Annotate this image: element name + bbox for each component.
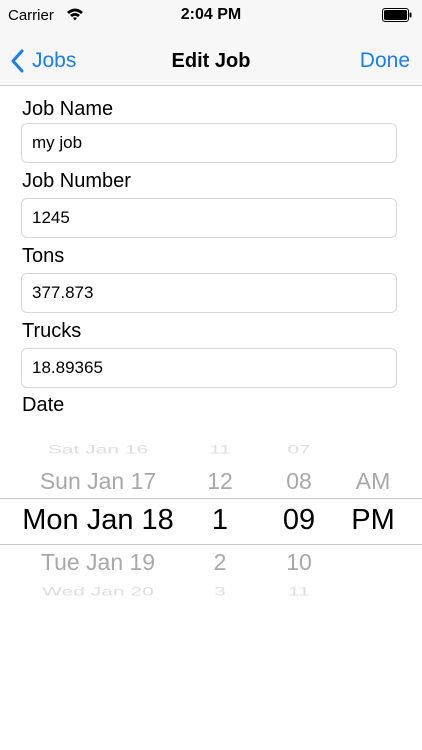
trucks-label: Trucks	[22, 320, 82, 342]
tons-label: Tons	[22, 245, 65, 267]
tons-field[interactable]: 377.873	[21, 273, 397, 313]
status-time: 2:04 PM	[180, 6, 242, 23]
job-name-label: Job Name	[22, 98, 114, 120]
picker-date-option[interactable]: Wed Jan 20	[0, 585, 196, 598]
battery-icon	[382, 8, 412, 22]
picker-hour-option[interactable]: 12	[196, 468, 244, 495]
picker-minute-option[interactable]: 11	[268, 585, 330, 598]
picker-selection-top-line	[0, 498, 422, 499]
job-name-field[interactable]: my job	[21, 123, 397, 163]
date-label: Date	[22, 394, 65, 416]
picker-minute-option[interactable]: 10	[268, 549, 330, 576]
picker-date-selected[interactable]: Mon Jan 18	[0, 504, 196, 537]
picker-minute-option[interactable]: 08	[268, 468, 330, 495]
picker-date-option[interactable]: Sat Jan 16	[0, 443, 196, 456]
picker-minute-option[interactable]: 07	[268, 443, 330, 456]
job-number-field[interactable]: 1245	[21, 198, 397, 238]
picker-am-option[interactable]: AM	[340, 468, 406, 495]
picker-minute-selected[interactable]: 09	[268, 504, 330, 537]
picker-date-option[interactable]: Tue Jan 19	[0, 549, 196, 576]
navigation-bar: Jobs Edit Job Done	[0, 40, 422, 86]
trucks-field[interactable]: 18.89365	[21, 348, 397, 388]
picker-pm-selected[interactable]: PM	[340, 504, 406, 537]
picker-hour-option[interactable]: 3	[196, 585, 244, 598]
picker-hour-option[interactable]: 2	[196, 549, 244, 576]
done-button[interactable]: Done	[360, 44, 410, 78]
date-picker[interactable]: Sat Jan 16 Sun Jan 17 Mon Jan 18 Tue Jan…	[0, 432, 422, 602]
picker-date-option[interactable]: Sun Jan 17	[0, 468, 196, 495]
job-number-label: Job Number	[22, 170, 131, 192]
picker-selection-bottom-line	[0, 544, 422, 545]
page-title: Edit Job	[171, 50, 251, 72]
picker-hour-selected[interactable]: 1	[196, 504, 244, 537]
picker-hour-option[interactable]: 11	[196, 443, 244, 456]
status-bar: Carrier 2:04 PM	[0, 0, 422, 40]
